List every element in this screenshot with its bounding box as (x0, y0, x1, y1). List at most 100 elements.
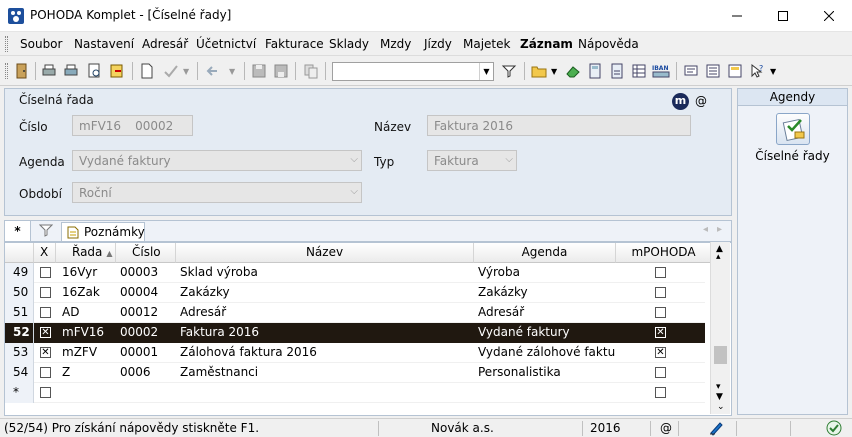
copy-button[interactable] (302, 62, 320, 80)
close-button[interactable] (806, 0, 852, 32)
pen-check-icon[interactable] (708, 420, 724, 436)
mpohoda-checkbox[interactable]: ✕ (655, 327, 666, 338)
tab-poznamky[interactable]: Poznámky (61, 222, 145, 241)
mpohoda-checkbox[interactable] (655, 387, 666, 398)
mpohoda-checkbox[interactable] (655, 307, 666, 318)
header-cislo[interactable]: Číslo (116, 243, 176, 263)
save-button[interactable] (250, 62, 268, 80)
row-select-checkbox[interactable] (40, 287, 51, 298)
table-row-selected[interactable]: 52 ✕ mFV16 00002 Faktura 2016 Vydané faktury ✕ (5, 323, 705, 343)
menu-sklady[interactable]: Sklady (329, 37, 369, 51)
open-folder-button[interactable] (530, 62, 548, 80)
scroll-up-icon[interactable]: ▴ (716, 252, 721, 262)
mpohoda-checkbox[interactable]: ✕ (655, 347, 666, 358)
row-number[interactable]: 50 (5, 283, 34, 303)
row-number[interactable]: * (5, 383, 34, 403)
row-select-checkbox[interactable]: ✕ (40, 327, 51, 338)
row-select-checkbox[interactable] (40, 367, 51, 378)
menu-nastaveni[interactable]: Nastavení (74, 37, 134, 51)
folder-dropdown-icon[interactable]: ▼ (551, 67, 557, 76)
minimize-button[interactable] (714, 0, 760, 32)
help-button[interactable]: ? (748, 62, 766, 80)
menu-mzdy[interactable]: Mzdy (380, 37, 411, 51)
table-row[interactable]: 49 16Vyr 00003 Sklad výroba Výroba (5, 263, 705, 283)
print-multi-button[interactable] (62, 62, 80, 80)
cell-rada (56, 383, 116, 403)
eraser-button[interactable] (564, 62, 582, 80)
row-select-checkbox[interactable] (40, 387, 51, 398)
row-number[interactable]: 49 (5, 263, 34, 283)
save-copy-button[interactable] (272, 62, 290, 80)
tab-filter[interactable] (35, 223, 57, 240)
table-row[interactable]: * (5, 383, 705, 403)
table-row[interactable]: 53 ✕ mZFV 00001 Zálohová faktura 2016 Vydané … (5, 343, 705, 363)
header-mpohoda[interactable]: mPOHODA (616, 243, 712, 263)
row-number[interactable]: 54 (5, 363, 34, 383)
ciselne-rady-agenda-button[interactable] (776, 113, 810, 145)
chevron-down-icon[interactable]: ▼ (479, 63, 493, 80)
row-number[interactable]: 51 (5, 303, 34, 323)
print-button[interactable] (40, 62, 58, 80)
menu-napoveda[interactable]: Nápověda (578, 37, 639, 51)
menu-ucetnictvi[interactable]: Účetnictví (196, 37, 256, 51)
menu-jizdy[interactable]: Jízdy (424, 37, 452, 51)
table-scrollbar[interactable]: ▲ ▴ ▾ ▼ ⌄ (710, 242, 730, 414)
scroll-down-icon[interactable]: ▾ (716, 382, 721, 392)
filter-button[interactable] (500, 62, 518, 80)
row-select-checkbox[interactable]: ✕ (40, 347, 51, 358)
toolbar-search-combo[interactable]: ▼ (332, 62, 494, 81)
scroll-bottom-icon[interactable]: ▼ (716, 392, 723, 402)
scroll-end-icon[interactable]: ⌄ (717, 402, 725, 412)
list-button[interactable] (704, 62, 722, 80)
table-button[interactable] (630, 62, 648, 80)
menu-majetek[interactable]: Majetek (463, 37, 510, 51)
header-agenda[interactable]: Agenda (474, 243, 616, 263)
scroll-thumb[interactable] (714, 346, 727, 364)
back-dropdown-icon[interactable]: ▼ (229, 67, 235, 76)
table-row[interactable]: 50 16Zak 00004 Zakázky Zakázky (5, 283, 705, 303)
menu-soubor[interactable]: Soubor (20, 37, 62, 51)
calculator-button[interactable] (586, 62, 604, 80)
table-row[interactable]: 54 Z 0006 Zaměstnanci Personalistika (5, 363, 705, 383)
back-button[interactable] (204, 62, 222, 80)
cislo-field[interactable]: mFV16 00002 (72, 115, 193, 136)
row-number[interactable]: 53 (5, 343, 34, 363)
header-nazev[interactable]: Název (176, 243, 474, 263)
iban-button[interactable]: IBAN (652, 62, 670, 80)
mpohoda-checkbox[interactable] (655, 287, 666, 298)
new-record-button[interactable] (138, 62, 156, 80)
exit-agenda-button[interactable] (13, 62, 31, 80)
mpohoda-checkbox[interactable] (655, 367, 666, 378)
maximize-button[interactable] (760, 0, 806, 32)
header-rada[interactable]: Řada ▲ (56, 243, 116, 263)
export-button[interactable] (108, 62, 126, 80)
tab-new-record[interactable]: * (5, 221, 31, 241)
row-select-checkbox[interactable] (40, 267, 51, 278)
message-button[interactable] (682, 62, 700, 80)
agenda-select[interactable]: Vydané faktury ⌵ (72, 150, 362, 171)
toolbar-grip[interactable] (5, 63, 8, 79)
mpohoda-icon[interactable]: m (672, 93, 689, 110)
menu-zaznam[interactable]: Záznam (520, 37, 573, 51)
menu-grip[interactable] (5, 36, 8, 52)
confirm-dropdown-icon[interactable]: ▼ (183, 67, 189, 76)
status-email-at[interactable]: @ (660, 421, 672, 435)
confirm-button[interactable] (162, 62, 180, 80)
header-x[interactable]: X (34, 243, 56, 263)
row-number[interactable]: 52 (5, 323, 34, 343)
menu-fakturace[interactable]: Fakturace (265, 37, 324, 51)
calculator2-button[interactable] (608, 62, 626, 80)
help-dropdown-icon[interactable]: ▼ (770, 67, 776, 76)
tab-scroll-left-icon[interactable]: ◂ (703, 224, 708, 235)
tab-scroll-right-icon[interactable]: ▸ (717, 224, 722, 235)
email-at-icon[interactable]: @ (695, 94, 707, 108)
print-preview-button[interactable] (86, 62, 104, 80)
report-button[interactable] (726, 62, 744, 80)
mpohoda-checkbox[interactable] (655, 267, 666, 278)
table-row[interactable]: 51 AD 00012 Adresář Adresář (5, 303, 705, 323)
obdobi-select[interactable]: Roční ⌵ (72, 182, 362, 203)
typ-select[interactable]: Faktura ⌵ (427, 150, 517, 171)
menu-adresar[interactable]: Adresář (142, 37, 188, 51)
nazev-field[interactable]: Faktura 2016 (427, 115, 691, 136)
row-select-checkbox[interactable] (40, 307, 51, 318)
